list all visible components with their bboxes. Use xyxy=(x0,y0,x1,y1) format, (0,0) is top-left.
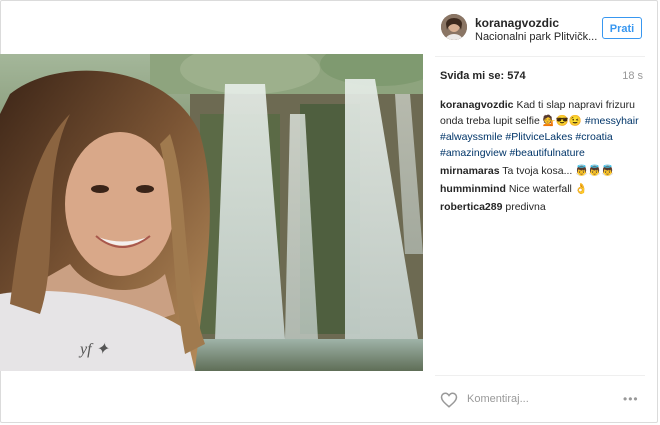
likes-count[interactable]: Sviđa mi se: 574 xyxy=(440,70,526,82)
divider xyxy=(435,56,645,57)
comment-text: Ta tvoja kosa... 👼👼👼 xyxy=(502,165,615,177)
caption: koranagvozdic Kad ti slap napravi frizur… xyxy=(440,97,640,161)
selfie-waterfall-image: yf ✦ xyxy=(0,54,423,371)
hashtag[interactable]: #croatia xyxy=(575,131,612,143)
post-sidebar: koranagvozdic Nacionalni park Plitvičk..… xyxy=(423,0,660,425)
avatar[interactable] xyxy=(441,14,467,40)
comments-list: koranagvozdic Kad ti slap napravi frizur… xyxy=(440,97,640,217)
avatar-image xyxy=(441,14,467,40)
comment-item: mirnamaras Ta tvoja kosa... 👼👼👼 xyxy=(440,163,640,179)
post-location[interactable]: Nacionalni park Plitvičk... xyxy=(475,31,597,43)
svg-text:yf ✦: yf ✦ xyxy=(78,341,111,358)
post-actions: Komentiraj... ••• xyxy=(423,375,660,425)
comment-username[interactable]: humminmind xyxy=(440,183,506,195)
hashtag[interactable]: #PlitviceLakes xyxy=(505,131,572,143)
hashtag[interactable]: #alwayssmile xyxy=(440,131,502,143)
comment-item: robertica289 predivna xyxy=(440,199,640,215)
comment-text: predivna xyxy=(505,201,546,213)
follow-button[interactable]: Prati xyxy=(602,17,642,39)
heart-icon[interactable] xyxy=(440,391,458,409)
post-username[interactable]: koranagvozdic xyxy=(475,16,559,30)
hashtag[interactable]: #beautifulnature xyxy=(509,147,584,159)
caption-username[interactable]: koranagvozdic xyxy=(440,99,514,111)
divider xyxy=(435,375,645,376)
comment-input[interactable]: Komentiraj... xyxy=(467,393,529,405)
hashtag[interactable]: #amazingview xyxy=(440,147,507,159)
comment-username[interactable]: robertica289 xyxy=(440,201,502,213)
post-header: koranagvozdic Nacionalni park Plitvičk..… xyxy=(423,0,658,56)
comment-text: Nice waterfall 👌 xyxy=(508,183,588,195)
comment-item: humminmind Nice waterfall 👌 xyxy=(440,181,640,197)
post-timestamp[interactable]: 18 s xyxy=(622,70,643,82)
more-options-icon[interactable]: ••• xyxy=(623,392,639,406)
post-photo[interactable]: yf ✦ xyxy=(0,54,423,371)
comment-username[interactable]: mirnamaras xyxy=(440,165,500,177)
hashtag[interactable]: #messyhair xyxy=(585,115,639,127)
